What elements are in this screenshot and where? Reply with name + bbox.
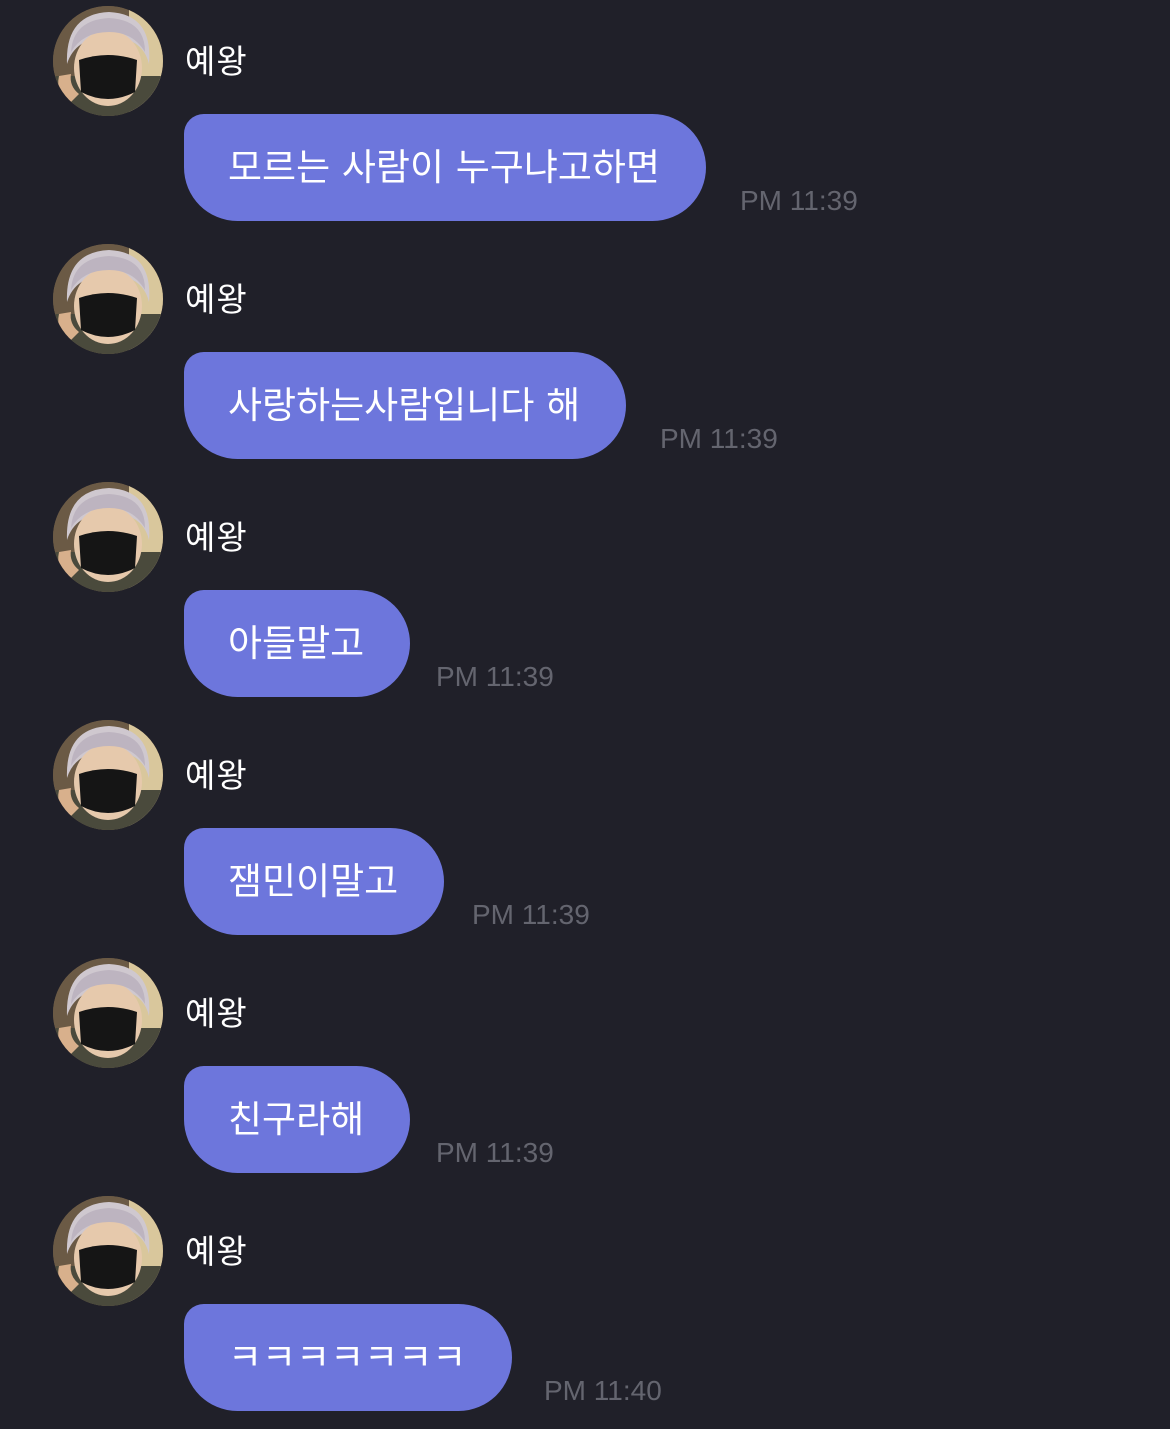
sender-name: 예왕 [185, 994, 248, 1033]
avatar[interactable] [53, 482, 163, 592]
message-row: 예왕 ㅋㅋㅋㅋㅋㅋㅋ PM 11:40 [0, 1190, 1170, 1428]
avatar-photo-icon [53, 482, 163, 592]
sender-name: 예왕 [185, 42, 248, 81]
message-row: 예왕 잼민이말고 PM 11:39 [0, 714, 1170, 952]
avatar[interactable] [53, 244, 163, 354]
message-bubble[interactable]: 아들말고 [184, 590, 411, 697]
avatar-photo-icon [53, 958, 163, 1068]
avatar-photo-icon [53, 720, 163, 830]
message-timestamp: PM 11:39 [740, 185, 858, 216]
message-bubble[interactable]: 모르는 사람이 누구냐고하면 [184, 114, 707, 221]
sender-name: 예왕 [185, 756, 248, 795]
message-timestamp: PM 11:40 [544, 1375, 662, 1406]
message-row: 예왕 사랑하는사람입니다 해 PM 11:39 [0, 238, 1170, 476]
message-bubble[interactable]: 친구라해 [184, 1066, 411, 1173]
avatar[interactable] [53, 1196, 163, 1306]
message-timestamp: PM 11:39 [436, 661, 554, 692]
avatar[interactable] [53, 958, 163, 1068]
message-bubble[interactable]: ㅋㅋㅋㅋㅋㅋㅋ [184, 1304, 513, 1411]
message-timestamp: PM 11:39 [472, 899, 590, 930]
sender-name: 예왕 [185, 280, 248, 319]
avatar-photo-icon [53, 6, 163, 116]
avatar-photo-icon [53, 1196, 163, 1306]
message-row: 예왕 아들말고 PM 11:39 [0, 476, 1170, 714]
message-bubble[interactable]: 사랑하는사람입니다 해 [184, 352, 627, 459]
sender-name: 예왕 [185, 1232, 248, 1271]
message-timestamp: PM 11:39 [436, 1137, 554, 1168]
message-row: 예왕 모르는 사람이 누구냐고하면 PM 11:39 [0, 0, 1170, 238]
chat-view: 예왕 모르는 사람이 누구냐고하면 PM 11:39 예왕 사랑하는사람입니다 … [0, 0, 1170, 1429]
message-row: 예왕 친구라해 PM 11:39 [0, 952, 1170, 1190]
sender-name: 예왕 [185, 518, 248, 557]
avatar[interactable] [53, 720, 163, 830]
message-timestamp: PM 11:39 [660, 423, 778, 454]
avatar[interactable] [53, 6, 163, 116]
avatar-photo-icon [53, 244, 163, 354]
message-bubble[interactable]: 잼민이말고 [184, 828, 445, 935]
